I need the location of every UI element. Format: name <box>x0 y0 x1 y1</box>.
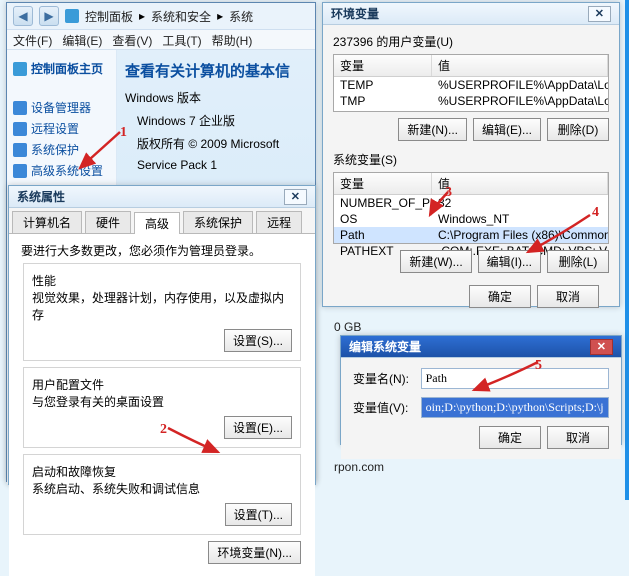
annotation-4: 4 <box>592 205 599 221</box>
annotation-3: 3 <box>445 185 452 201</box>
sys-vars-list[interactable]: 变量值 NUMBER_OF_PR...32 OSWindows_NT PathC… <box>333 172 609 244</box>
list-item[interactable]: OSWindows_NT <box>334 211 608 227</box>
close-icon[interactable]: ✕ <box>284 189 307 205</box>
control-panel-icon <box>65 9 79 23</box>
env-ok-button[interactable]: 确定 <box>469 285 531 308</box>
var-name-input[interactable] <box>421 368 609 389</box>
sidebar-item-advanced-settings[interactable]: 高级系统设置 <box>31 162 103 179</box>
breadcrumb-bar: ◀ ▶ 控制面板 ▸ 系统和安全 ▸ 系统 <box>7 3 315 30</box>
list-item[interactable]: TMP%USERPROFILE%\AppData\Local\Temp <box>334 93 608 109</box>
sys-vars-label: 系统变量(S) <box>333 151 609 168</box>
user-new-button[interactable]: 新建(N)... <box>398 118 467 141</box>
perf-settings-button[interactable]: 设置(S)... <box>224 329 292 352</box>
list-item[interactable]: NUMBER_OF_PR...32 <box>334 195 608 211</box>
chevron-right-icon: ▸ <box>139 9 145 23</box>
annotation-1: 1 <box>120 125 127 141</box>
prof-settings-button[interactable]: 设置(E)... <box>224 416 292 439</box>
start-desc: 系统启动、系统失败和调试信息 <box>32 480 292 497</box>
menu-edit[interactable]: 编辑(E) <box>62 32 102 47</box>
var-value-input[interactable]: oin;D:\python;D:\python\Scripts;D:\j <box>421 397 609 418</box>
domain-value: rpon.com <box>334 460 384 474</box>
annotation-5: 5 <box>535 358 542 374</box>
sidebar-item-device-manager[interactable]: 设备管理器 <box>31 99 91 116</box>
col-val[interactable]: 值 <box>432 173 608 194</box>
edit-cancel-button[interactable]: 取消 <box>547 426 609 449</box>
edit-title: 编辑系统变量 <box>349 338 421 355</box>
tab-hardware[interactable]: 硬件 <box>85 211 131 233</box>
env-vars-dialog: 环境变量 ✕ 237396 的用户变量(U) 变量值 TEMP%USERPROF… <box>322 2 620 307</box>
startup-group: 启动和故障恢复 系统启动、系统失败和调试信息 设置(T)... <box>23 454 301 535</box>
sidebar-item-protection[interactable]: 系统保护 <box>31 141 79 158</box>
perf-heading: 性能 <box>32 272 292 289</box>
col-var[interactable]: 变量 <box>334 55 432 76</box>
close-icon[interactable]: ✕ <box>590 339 613 355</box>
forward-icon: ▶ <box>44 9 53 23</box>
crumb-3[interactable]: 系统 <box>229 8 253 25</box>
page-title: 查看有关计算机的基本信 <box>125 60 307 81</box>
admin-note: 要进行大多数更改，您必须作为管理员登录。 <box>13 240 311 261</box>
list-item[interactable]: TEMP%USERPROFILE%\AppData\Local\Temp <box>334 77 608 93</box>
service-pack: Service Pack 1 <box>137 158 307 172</box>
var-name-label: 变量名(N): <box>353 370 421 387</box>
start-settings-button[interactable]: 设置(T)... <box>225 503 292 526</box>
env-vars-button[interactable]: 环境变量(N)... <box>208 541 301 564</box>
sidebar-home[interactable]: 控制面板主页 <box>31 60 103 77</box>
tab-computer-name[interactable]: 计算机名 <box>12 211 82 233</box>
shield-icon <box>13 164 27 178</box>
menu-tools[interactable]: 工具(T) <box>162 32 201 47</box>
tab-protection[interactable]: 系统保护 <box>183 211 253 233</box>
sys-new-button[interactable]: 新建(W)... <box>400 250 471 273</box>
edit-variable-dialog: 编辑系统变量 ✕ 变量名(N): 变量值(V): oin;D:\python;D… <box>340 335 622 445</box>
menu-help[interactable]: 帮助(H) <box>212 32 253 47</box>
sysprop-titlebar: 系统属性 ✕ <box>9 186 315 208</box>
home-icon <box>13 62 27 76</box>
annotation-2: 2 <box>160 422 167 438</box>
crumb-2[interactable]: 系统和安全 <box>151 8 211 25</box>
user-delete-button[interactable]: 删除(D) <box>547 118 609 141</box>
crumb-1[interactable]: 控制面板 <box>85 8 133 25</box>
prof-heading: 用户配置文件 <box>32 376 292 393</box>
windows-edition: Windows 7 企业版 <box>137 112 307 129</box>
edit-titlebar: 编辑系统变量 ✕ <box>341 336 621 358</box>
windows-copyright: 版权所有 © 2009 Microsoft <box>137 135 307 152</box>
var-value-label: 变量值(V): <box>353 399 421 416</box>
menubar: 文件(F) 编辑(E) 查看(V) 工具(T) 帮助(H) <box>7 30 315 50</box>
nav-forward-button[interactable]: ▶ <box>39 6 59 26</box>
close-icon[interactable]: ✕ <box>588 6 611 22</box>
menu-file[interactable]: 文件(F) <box>13 32 52 47</box>
system-properties-dialog: 系统属性 ✕ 计算机名 硬件 高级 系统保护 远程 要进行大多数更改，您必须作为… <box>8 185 316 485</box>
nav-back-button[interactable]: ◀ <box>13 6 33 26</box>
perf-desc: 视觉效果，处理器计划，内存使用，以及虚拟内存 <box>32 289 292 323</box>
shield-icon <box>13 122 27 136</box>
sys-edit-button[interactable]: 编辑(I)... <box>478 250 541 273</box>
env-cancel-button[interactable]: 取消 <box>537 285 599 308</box>
sidebar-item-remote[interactable]: 远程设置 <box>31 120 79 137</box>
chevron-right-icon: ▸ <box>217 9 223 23</box>
menu-view[interactable]: 查看(V) <box>112 32 152 47</box>
env-titlebar: 环境变量 ✕ <box>323 3 619 25</box>
prof-desc: 与您登录有关的桌面设置 <box>32 393 292 410</box>
windows-edition-heading: Windows 版本 <box>125 89 307 106</box>
sysprop-title: 系统属性 <box>17 188 65 205</box>
shield-icon <box>13 101 27 115</box>
env-title: 环境变量 <box>331 5 379 22</box>
user-vars-list[interactable]: 变量值 TEMP%USERPROFILE%\AppData\Local\Temp… <box>333 54 609 112</box>
start-heading: 启动和故障恢复 <box>32 463 292 480</box>
edit-ok-button[interactable]: 确定 <box>479 426 541 449</box>
performance-group: 性能 视觉效果，处理器计划，内存使用，以及虚拟内存 设置(S)... <box>23 263 301 361</box>
tab-advanced[interactable]: 高级 <box>134 212 180 234</box>
back-icon: ◀ <box>18 9 27 23</box>
user-edit-button[interactable]: 编辑(E)... <box>473 118 541 141</box>
tab-remote[interactable]: 远程 <box>256 211 302 233</box>
list-item-path[interactable]: PathC:\Program Files (x86)\Common F... <box>334 227 608 243</box>
sys-delete-button[interactable]: 删除(L) <box>547 250 609 273</box>
col-val[interactable]: 值 <box>432 55 608 76</box>
col-var[interactable]: 变量 <box>334 173 432 194</box>
sysprop-tabs: 计算机名 硬件 高级 系统保护 远程 <box>9 208 315 234</box>
user-vars-label: 237396 的用户变量(U) <box>333 33 609 50</box>
shield-icon <box>13 143 27 157</box>
ram-value: 0 GB <box>334 320 361 334</box>
